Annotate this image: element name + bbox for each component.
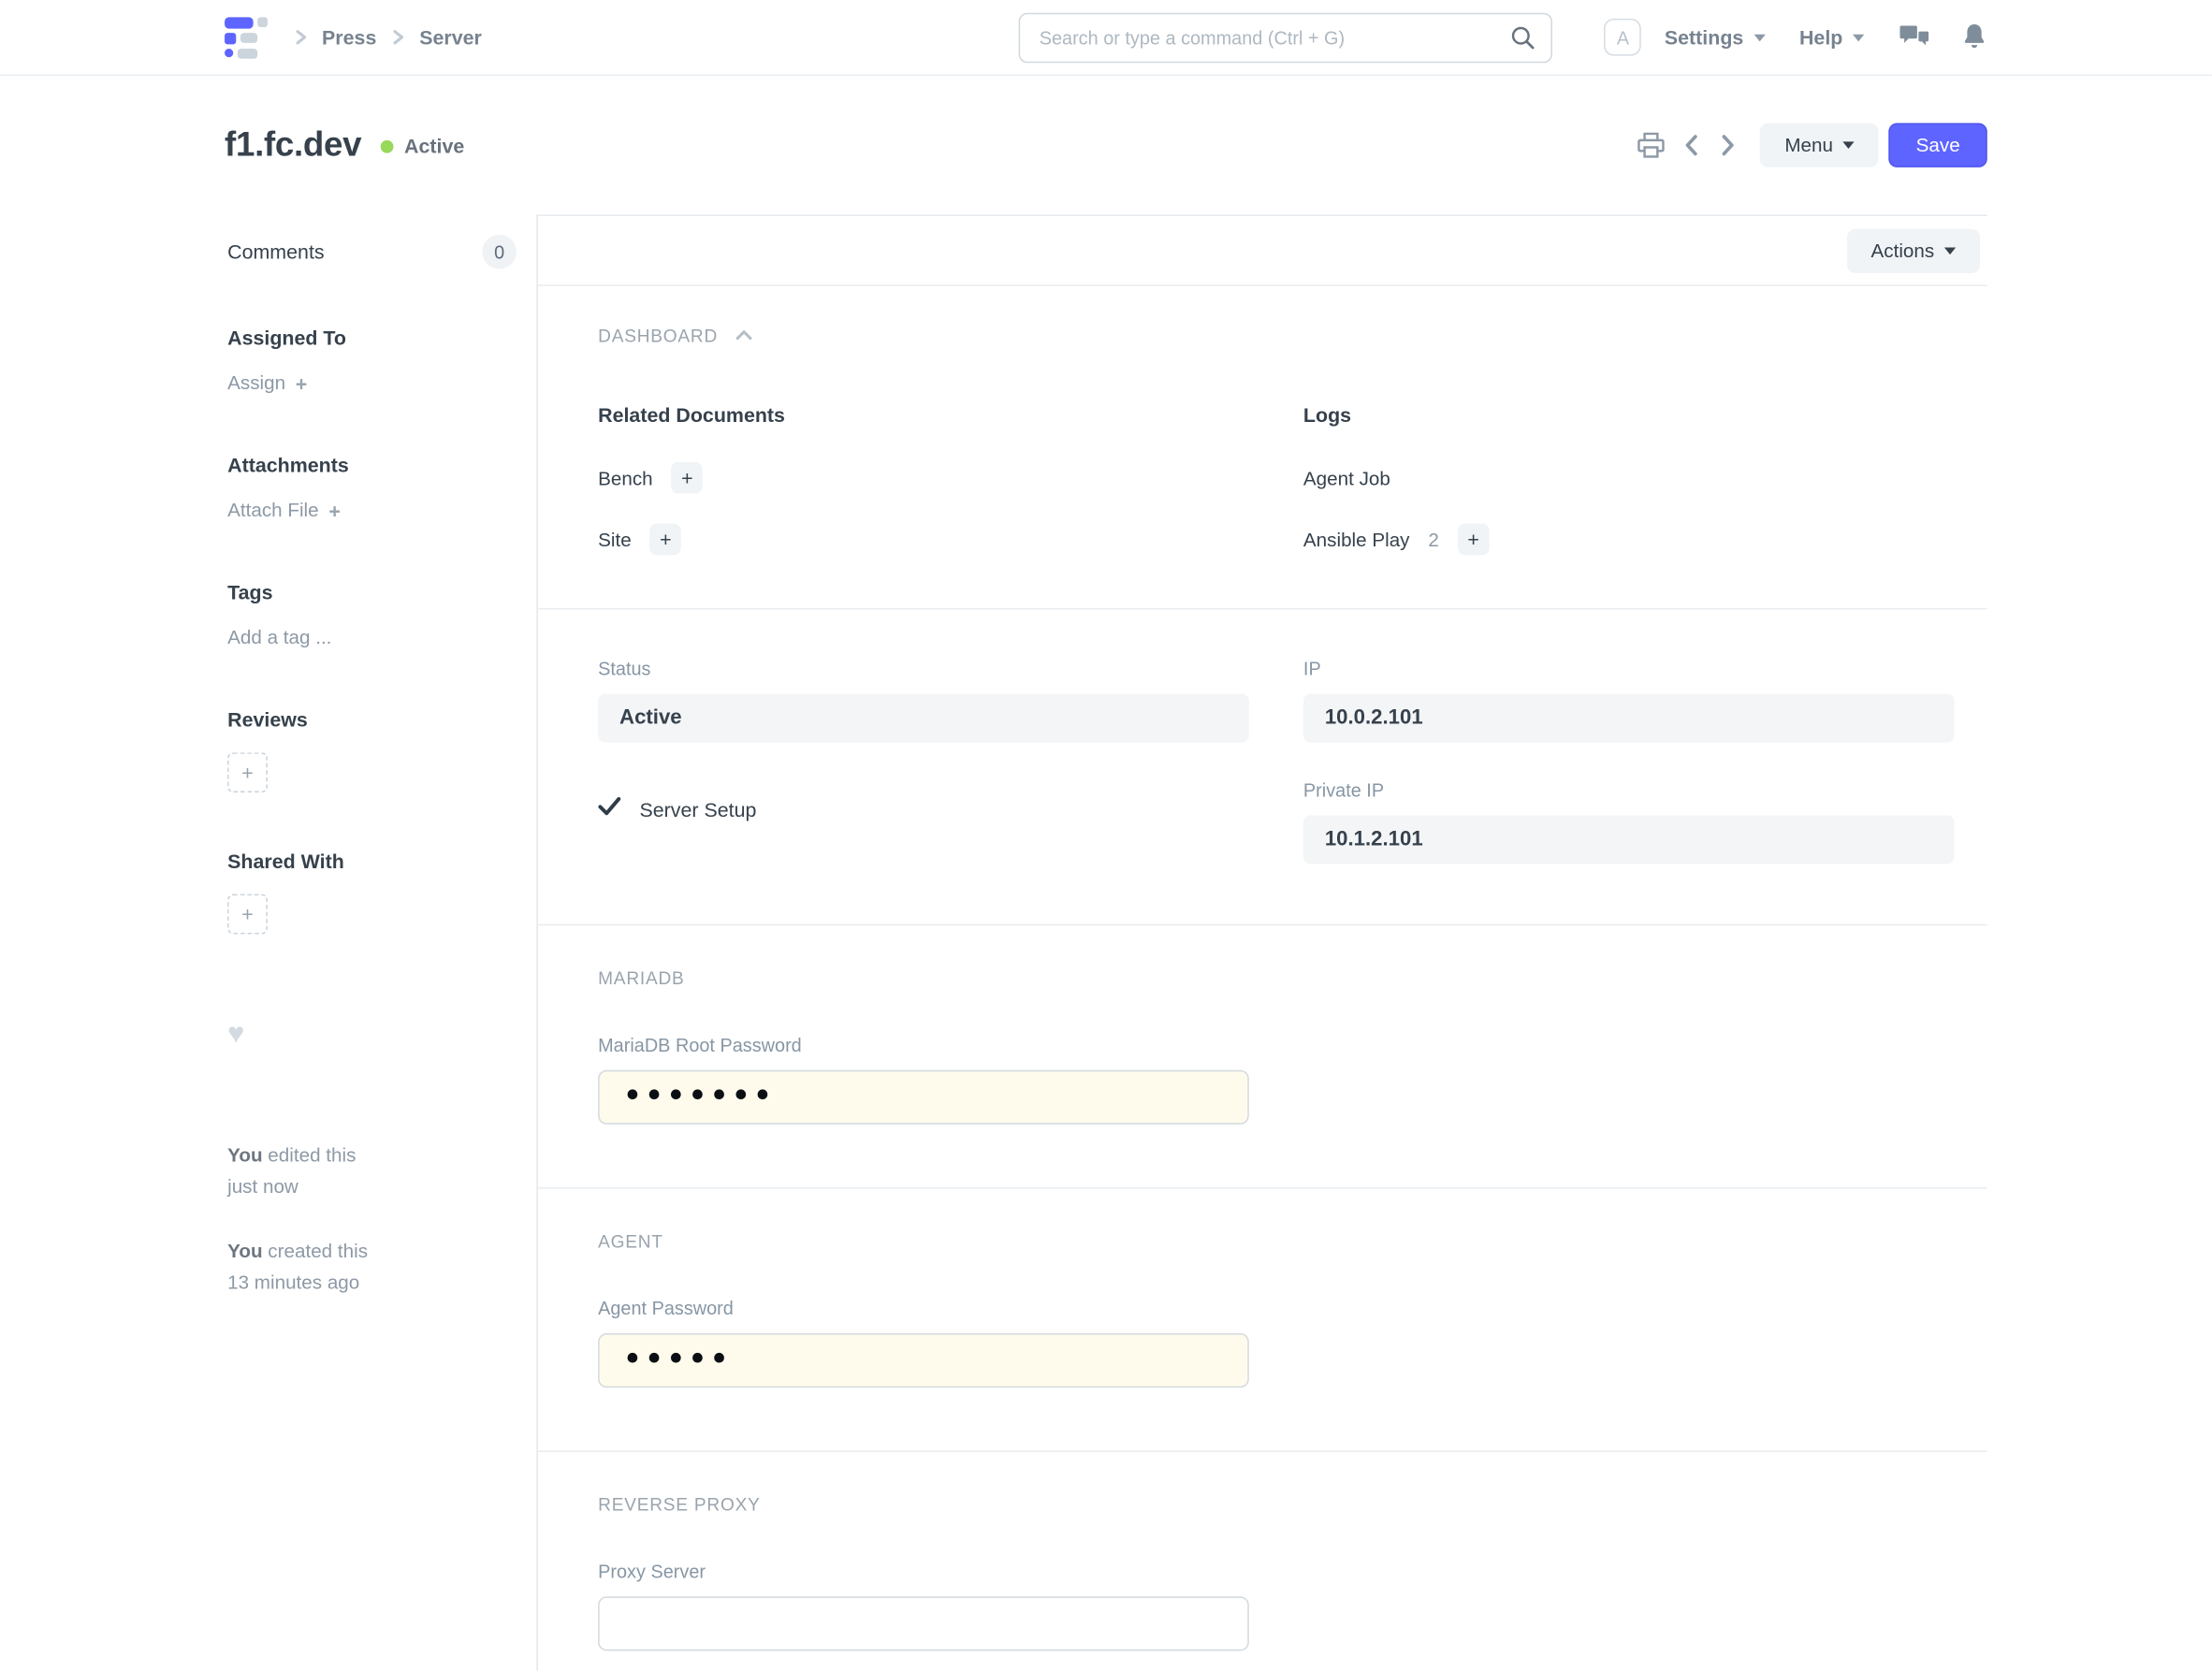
mariadb-root-password-label: MariaDB Root Password — [598, 1034, 1951, 1055]
reverse-proxy-section-header[interactable]: REVERSE PROXY — [598, 1495, 1951, 1515]
breadcrumb: Press Server — [290, 26, 482, 49]
agent-section: AGENT Agent Password ••••• — [538, 1189, 1987, 1452]
chevron-right-icon — [388, 27, 408, 47]
log-row: Agent Job — [1303, 458, 1955, 498]
add-review-button[interactable]: + — [227, 752, 268, 792]
ip-field-label: IP — [1303, 658, 1955, 679]
masked-password: ••••••• — [622, 1079, 774, 1113]
caret-down-icon — [1944, 247, 1956, 254]
mariadb-section-header[interactable]: MARIADB — [598, 968, 1951, 988]
related-doc-row: Bench + — [598, 458, 1249, 498]
form-sidebar: Comments 0 Assigned To Assign + Attachme… — [225, 214, 536, 1671]
proxy-server-input[interactable] — [598, 1596, 1249, 1650]
ansible-play-link[interactable]: Ansible Play — [1303, 529, 1410, 550]
ip-field[interactable]: 10.0.2.101 — [1303, 694, 1955, 743]
reviews-heading: Reviews — [227, 708, 517, 731]
form-body: Actions DASHBOARD Related Documents — [536, 214, 1986, 1671]
related-documents-heading: Related Documents — [598, 403, 1249, 426]
avatar[interactable]: A — [1605, 19, 1642, 56]
comments-link[interactable]: Comments 0 — [227, 235, 517, 269]
breadcrumb-press[interactable]: Press — [322, 26, 376, 49]
reverse-proxy-section: REVERSE PROXY Proxy Server Upstream Setu… — [538, 1452, 1987, 1671]
document-history: You edited thisjust now You created this… — [227, 1141, 517, 1300]
server-setup-checkbox[interactable]: Server Setup — [598, 797, 1249, 823]
dashboard-section-header[interactable]: DASHBOARD — [598, 327, 1951, 346]
private-ip-field-label: Private IP — [1303, 779, 1955, 801]
log-row: Ansible Play 2 + — [1303, 519, 1955, 559]
notifications-bell-icon[interactable] — [1961, 22, 1987, 51]
page-title: f1.fc.dev — [225, 125, 361, 166]
attachments-heading: Attachments — [227, 454, 517, 476]
search-input[interactable] — [1019, 12, 1552, 63]
mariadb-section: MARIADB MariaDB Root Password ••••••• — [538, 925, 1987, 1188]
related-documents-column: Related Documents Bench + Site + — [598, 403, 1249, 559]
settings-menu[interactable]: Settings — [1665, 26, 1765, 49]
chevron-right-icon — [290, 27, 310, 47]
related-doc-row: Site + — [598, 519, 1249, 559]
bench-link[interactable]: Bench — [598, 467, 653, 488]
add-ansible-play-button[interactable]: + — [1458, 524, 1490, 556]
edited-info: You edited thisjust now — [227, 1141, 517, 1204]
like-heart-icon[interactable]: ♥ — [227, 1020, 517, 1049]
status-field-label: Status — [598, 658, 1249, 679]
plus-icon: + — [241, 903, 254, 925]
menu-button[interactable]: Menu — [1760, 123, 1879, 167]
app-logo[interactable] — [225, 17, 268, 58]
next-document-icon[interactable] — [1719, 133, 1738, 157]
status-field[interactable]: Active — [598, 694, 1249, 743]
comments-count-badge: 0 — [482, 235, 517, 269]
actions-button[interactable]: Actions — [1847, 228, 1981, 272]
assigned-to-heading: Assigned To — [227, 327, 517, 349]
search-icon[interactable] — [1510, 23, 1537, 58]
app: Press Server A Settings Help — [0, 0, 2212, 1671]
print-icon[interactable] — [1637, 132, 1666, 159]
mariadb-root-password-field[interactable]: ••••••• — [598, 1070, 1249, 1125]
agent-password-field[interactable]: ••••• — [598, 1333, 1249, 1388]
ansible-play-count: 2 — [1428, 529, 1438, 550]
assign-link[interactable]: Assign + — [227, 371, 307, 394]
add-share-button[interactable]: + — [227, 894, 268, 935]
masked-password: ••••• — [622, 1342, 731, 1376]
plus-icon: + — [1467, 528, 1479, 550]
dashboard-section: DASHBOARD Related Documents Bench + — [538, 286, 1987, 610]
status-indicator: Active — [404, 134, 464, 156]
tags-heading: Tags — [227, 581, 517, 603]
checkmark-icon — [598, 797, 620, 823]
add-tag-link[interactable]: Add a tag ... — [227, 627, 331, 648]
logs-heading: Logs — [1303, 403, 1955, 426]
shared-with-heading: Shared With — [227, 850, 517, 872]
site-link[interactable]: Site — [598, 529, 632, 550]
private-ip-field[interactable]: 10.1.2.101 — [1303, 816, 1955, 865]
status-section: Status Active Server Setup IP — [538, 609, 1987, 925]
attach-file-link[interactable]: Attach File + — [227, 499, 341, 521]
chat-icon[interactable] — [1899, 24, 1930, 51]
plus-icon: + — [241, 761, 254, 783]
plus-icon: + — [328, 499, 341, 521]
created-info: You created this13 minutes ago — [227, 1235, 517, 1299]
agent-job-link[interactable]: Agent Job — [1303, 467, 1390, 488]
caret-down-icon — [1853, 34, 1864, 41]
caret-down-icon — [1754, 34, 1765, 41]
caret-down-icon — [1843, 141, 1855, 149]
save-button[interactable]: Save — [1889, 123, 1987, 167]
breadcrumb-server[interactable]: Server — [419, 26, 482, 49]
add-site-button[interactable]: + — [650, 524, 682, 556]
server-setup-label: Server Setup — [639, 798, 756, 821]
page-header: f1.fc.dev Active Menu Save — [225, 76, 1987, 214]
navbar: Press Server A Settings Help — [0, 0, 2212, 76]
plus-icon: + — [681, 466, 693, 488]
plus-icon: + — [660, 528, 672, 550]
agent-password-label: Agent Password — [598, 1298, 1951, 1319]
proxy-server-label: Proxy Server — [598, 1561, 1249, 1582]
logs-column: Logs Agent Job Ansible Play 2 + — [1303, 403, 1955, 559]
agent-section-header[interactable]: AGENT — [598, 1231, 1951, 1251]
actions-row: Actions — [538, 216, 1987, 286]
status-dot-icon — [380, 140, 393, 153]
collapse-chevron-icon — [734, 327, 753, 346]
previous-document-icon[interactable] — [1683, 133, 1702, 157]
help-menu[interactable]: Help — [1799, 26, 1864, 49]
add-bench-button[interactable]: + — [672, 462, 704, 494]
plus-icon: + — [296, 371, 308, 394]
